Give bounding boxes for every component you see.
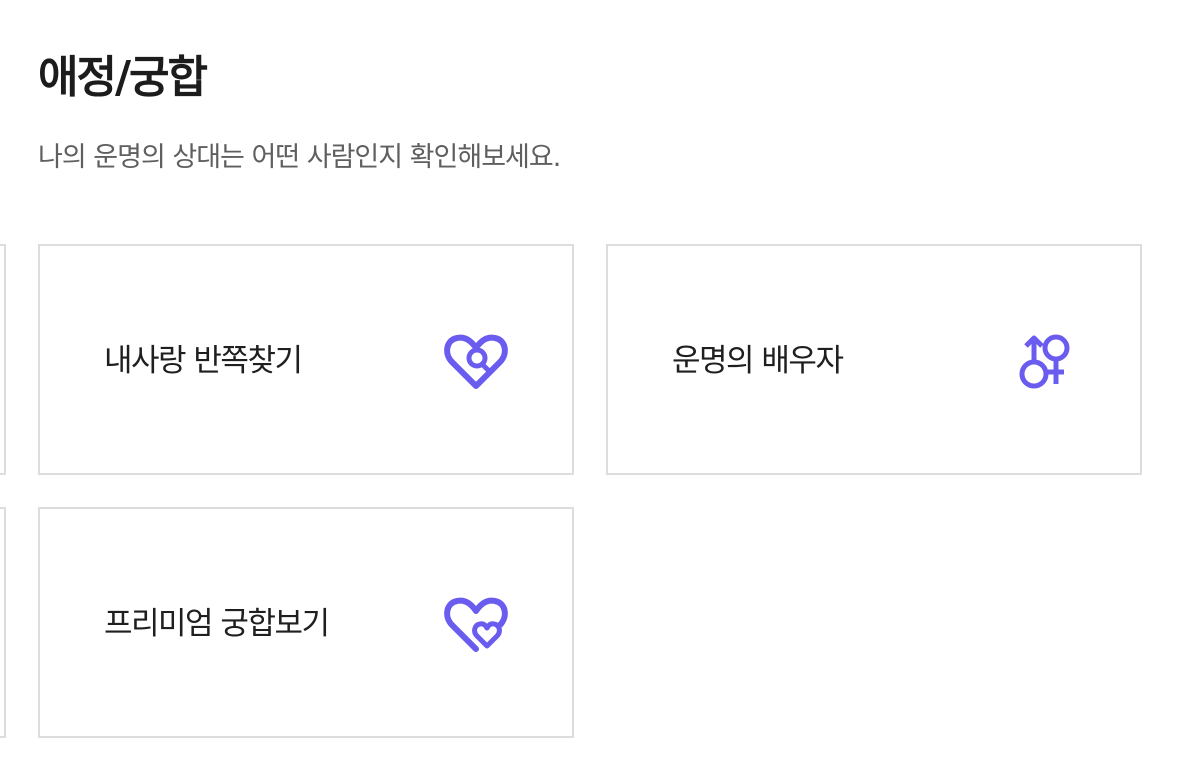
partial-card-left-bottom[interactable] [0, 507, 6, 738]
card-find-soulmate[interactable]: 내사랑 반쪽찾기 [38, 244, 574, 475]
partial-card-left-top[interactable] [0, 244, 6, 475]
card-label: 내사랑 반쪽찾기 [104, 343, 303, 379]
gender-symbols-icon [1008, 328, 1080, 400]
double-heart-icon [440, 591, 512, 663]
section-title: 애정/궁합 [38, 52, 208, 103]
card-premium-compatibility[interactable]: 프리미엄 궁합보기 [38, 507, 574, 738]
card-destiny-spouse[interactable]: 운명의 배우자 [606, 244, 1142, 475]
card-label: 운명의 배우자 [672, 343, 844, 379]
card-label: 프리미엄 궁합보기 [104, 606, 330, 642]
section-description: 나의 운명의 상대는 어떤 사람인지 확인해보세요. [38, 142, 561, 173]
heart-search-icon [440, 328, 512, 400]
